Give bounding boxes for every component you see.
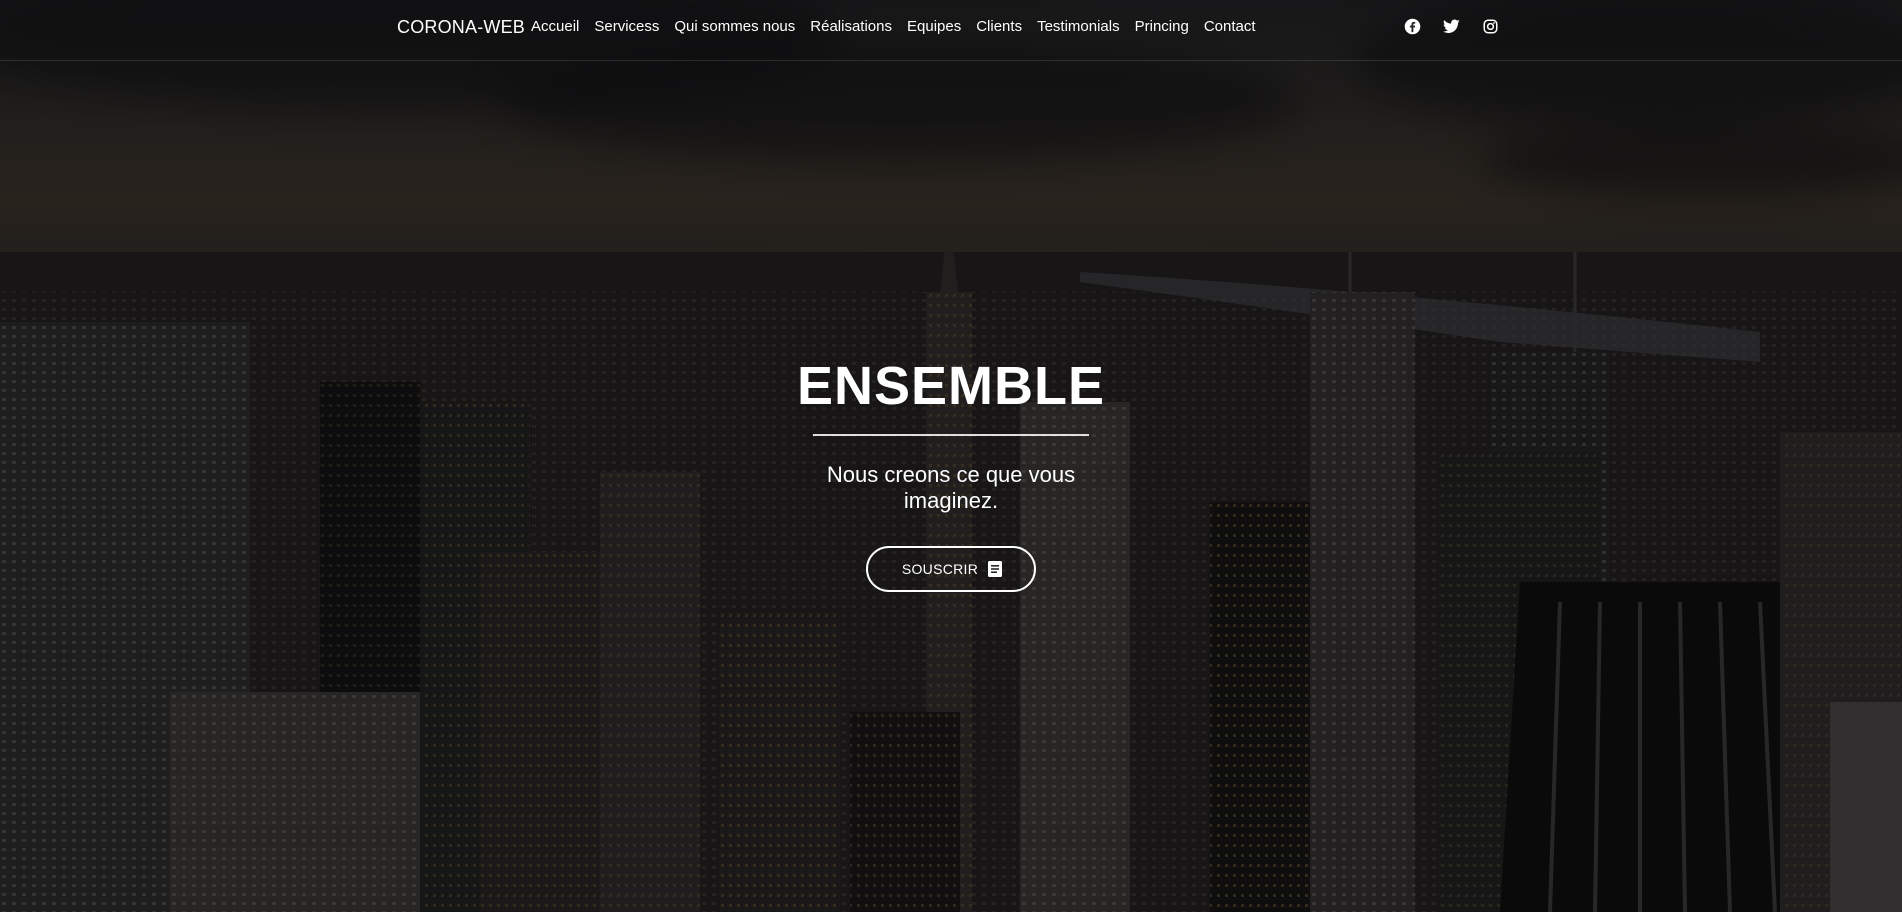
subscribe-button[interactable]: SOUSCRIR xyxy=(865,546,1037,592)
nav-link-realisations[interactable]: Réalisations xyxy=(810,18,892,35)
subscribe-button-label: SOUSCRIR xyxy=(901,561,979,577)
navbar: CORONA-WEB Accueil Servicess Qui sommes … xyxy=(0,0,1902,61)
book-icon xyxy=(988,561,1003,577)
nav-link-accueil[interactable]: Accueil xyxy=(531,18,579,35)
hero-content: ENSEMBLE Nous creons ce que vous imagine… xyxy=(0,356,1902,592)
hero-subtitle: Nous creons ce que vous imaginez. xyxy=(826,462,1076,513)
nav-link-services[interactable]: Servicess xyxy=(594,18,659,35)
hero-divider xyxy=(813,434,1089,436)
nav-menu: Accueil Servicess Qui sommes nous Réalis… xyxy=(531,18,1256,35)
nav-link-pricing[interactable]: Princing xyxy=(1135,18,1189,35)
twitter-icon[interactable] xyxy=(1442,17,1460,35)
instagram-icon[interactable] xyxy=(1481,17,1499,35)
social-links xyxy=(1403,17,1499,35)
hero-title: ENSEMBLE xyxy=(796,356,1106,416)
nav-link-testimonials[interactable]: Testimonials xyxy=(1037,18,1120,35)
hero-section: CORONA-WEB Accueil Servicess Qui sommes … xyxy=(0,0,1902,912)
nav-link-qui-sommes-nous[interactable]: Qui sommes nous xyxy=(674,18,795,35)
nav-link-clients[interactable]: Clients xyxy=(976,18,1022,35)
nav-link-equipes[interactable]: Equipes xyxy=(907,18,961,35)
nav-link-contact[interactable]: Contact xyxy=(1204,18,1256,35)
facebook-icon[interactable] xyxy=(1403,17,1421,35)
brand-logo[interactable]: CORONA-WEB xyxy=(397,17,525,38)
